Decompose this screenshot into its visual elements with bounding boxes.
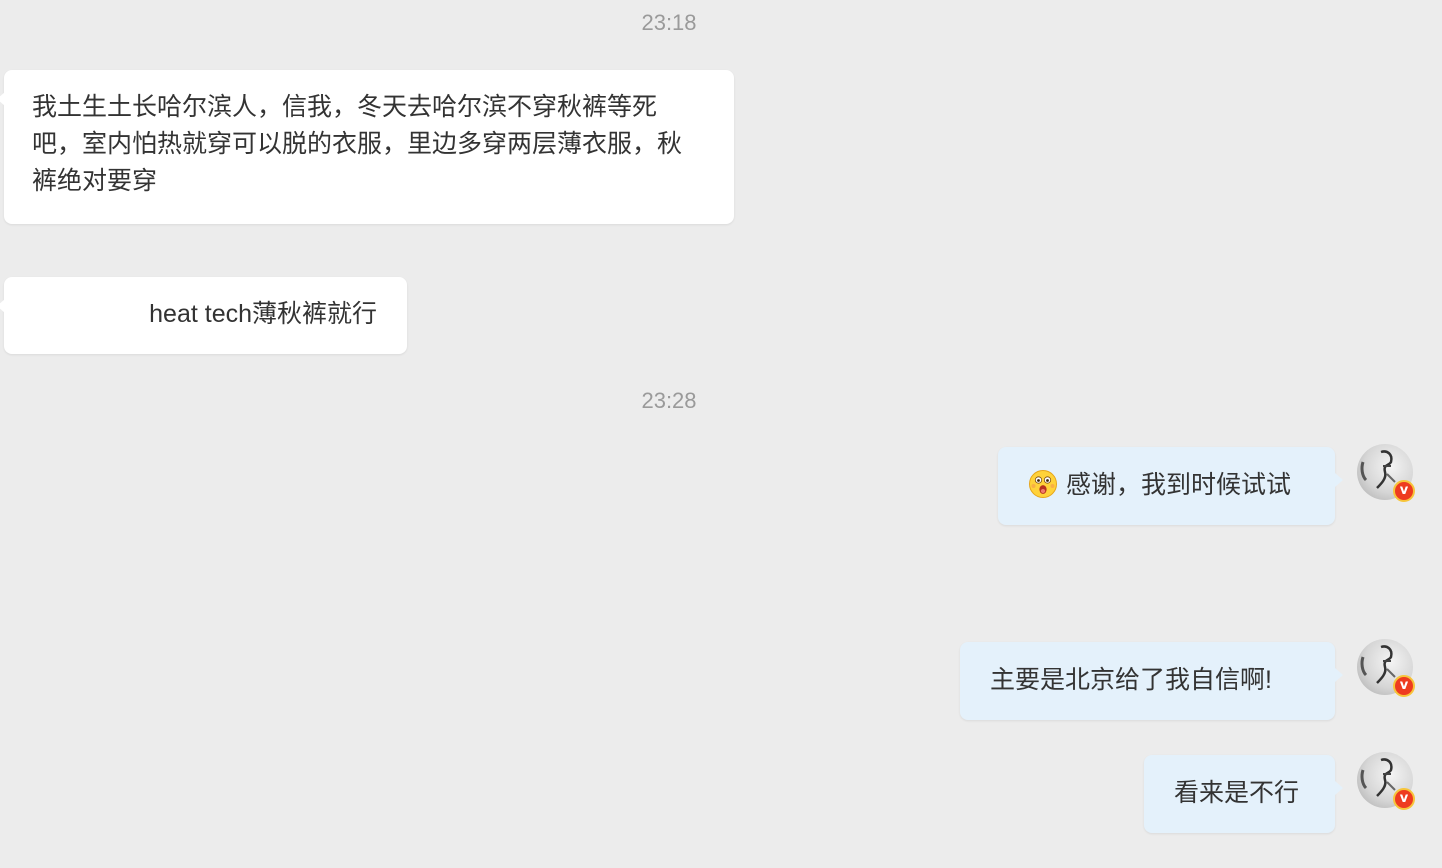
verified-badge-icon: v <box>1393 480 1415 502</box>
chat-window: 23:18 我土生土长哈尔滨人，信我，冬天去哈尔滨不穿秋裤等死吧，室内怕热就穿可… <box>0 0 1442 868</box>
bubble-tail <box>0 92 5 106</box>
user-avatar[interactable]: v <box>1357 752 1415 810</box>
bubble-tail <box>0 299 5 313</box>
bubble-tail <box>1335 473 1343 487</box>
message-content: 感谢，我到时候试试 <box>1028 467 1305 504</box>
bubble-tail <box>1335 781 1343 795</box>
user-avatar[interactable]: v <box>1357 444 1415 502</box>
incoming-message-bubble[interactable]: heat tech薄秋裤就行 <box>0 277 407 354</box>
surprised-face-emoji-icon <box>1029 470 1057 498</box>
message-text: heat tech薄秋裤就行 <box>149 300 377 328</box>
user-avatar[interactable]: v <box>1357 639 1415 697</box>
message-text: 感谢，我到时候试试 <box>1066 471 1292 499</box>
outgoing-message-bubble[interactable]: 主要是北京给了我自信啊! <box>960 642 1343 720</box>
message-text: 看来是不行 <box>1174 779 1300 807</box>
incoming-message-bubble[interactable]: 我土生土长哈尔滨人，信我，冬天去哈尔滨不穿秋裤等死吧，室内怕热就穿可以脱的衣服，… <box>0 70 734 224</box>
message-text: 我土生土长哈尔滨人，信我，冬天去哈尔滨不穿秋裤等死吧，室内怕热就穿可以脱的衣服，… <box>32 93 683 195</box>
timestamp: 23:28 <box>641 388 697 413</box>
outgoing-message-bubble[interactable]: 看来是不行 <box>1144 755 1343 833</box>
timestamp: 23:18 <box>641 10 697 35</box>
verified-badge-icon: v <box>1393 788 1415 810</box>
verified-badge-icon: v <box>1393 675 1415 697</box>
message-text: 主要是北京给了我自信啊! <box>990 666 1272 694</box>
outgoing-message-bubble[interactable]: 感谢，我到时候试试 <box>998 447 1343 525</box>
bubble-tail <box>1335 668 1343 682</box>
